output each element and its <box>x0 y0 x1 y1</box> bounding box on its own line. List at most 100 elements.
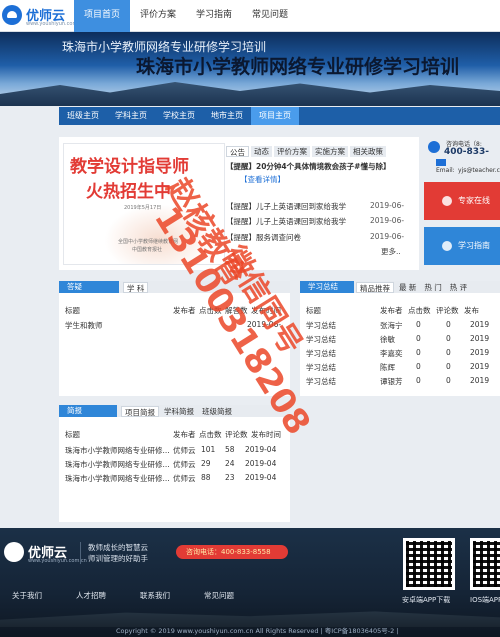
table-row[interactable]: 学习总结 <box>306 362 336 373</box>
android-app-label[interactable]: 安卓端APP下载 <box>402 595 450 605</box>
tab-featured[interactable]: 精品推荐 <box>356 282 394 293</box>
subnav-city[interactable]: 地市主页 <box>203 107 251 125</box>
col-clicks: 点击数 <box>199 430 222 439</box>
news-headline-text: 【提醒】20分钟4个具体情境教会孩子#懂与除】 <box>226 162 391 171</box>
table-row[interactable]: 珠海市小学教师网络专业研修... <box>65 473 173 484</box>
footer-link-faq[interactable]: 常见问题 <box>204 590 234 601</box>
row-date: 2019 <box>470 334 490 343</box>
tab-latest[interactable]: 最 新 <box>396 282 420 293</box>
footer-slogan-2: 师训管理的好助手 <box>88 554 148 563</box>
subnav-subject[interactable]: 学科主页 <box>107 107 155 125</box>
news-title: 儿子上英语课回到家给我学 <box>256 217 346 226</box>
footer-link-about[interactable]: 关于我们 <box>12 590 42 601</box>
tab-evaluation[interactable]: 评价方案 <box>274 146 310 157</box>
news-title: 儿子上英语课回到家给我学 <box>256 202 346 211</box>
ios-app-label[interactable]: IOS端APP <box>470 595 500 605</box>
row-clicks: 0 <box>416 320 421 329</box>
row-author: 李嘉奕 <box>380 349 403 358</box>
row-clicks: 0 <box>416 376 421 385</box>
row-clicks: 0 <box>416 362 421 371</box>
news-detail-link[interactable]: 【查看详情】 <box>226 174 410 186</box>
tab-project-briefing[interactable]: 项目简报 <box>121 406 159 417</box>
table-row[interactable]: 学习总结 <box>306 376 336 387</box>
book-icon <box>442 241 452 251</box>
expert-online-button[interactable]: 专家在线 <box>424 182 500 220</box>
nav-item-faq[interactable]: 常见问题 <box>242 0 298 32</box>
footer-link-contact[interactable]: 联系我们 <box>140 590 170 601</box>
col-author: 发布者 <box>380 306 403 315</box>
row-clicks: 0 <box>416 334 421 343</box>
row-author: 优师云 <box>173 446 196 455</box>
nav-item-home[interactable]: 项目首页 <box>74 0 131 32</box>
tab-subject[interactable]: 学 科 <box>123 282 149 293</box>
tab-most-reviewed[interactable]: 热 评 <box>446 282 471 293</box>
row-comments: 0 <box>446 320 451 329</box>
row-clicks: 101 <box>201 445 216 454</box>
subnav-project[interactable]: 项目主页 <box>251 107 299 125</box>
tab-class-briefing[interactable]: 班级简报 <box>199 406 235 417</box>
poster-headline: 教学设计指导师 <box>70 157 189 177</box>
copyright: Copyright © 2019 www.youshiyun.com.cn Al… <box>116 627 399 635</box>
row-author: 优师云 <box>173 474 196 483</box>
table-row[interactable]: 学习总结 <box>306 348 336 359</box>
row-date: 2019-04 <box>245 445 277 454</box>
email-value[interactable]: yjs@teacher.c <box>458 167 500 174</box>
logo[interactable]: 优师云 www.youshiyun.com.cn <box>2 3 85 29</box>
summary-label: 学习总结 <box>300 281 354 293</box>
nav-item-guide[interactable]: 学习指南 <box>186 0 242 32</box>
main-nav: 项目首页 评价方案 学习指南 常见问题 <box>74 0 298 32</box>
news-tabs: 公告 动态 评价方案 实施方案 相关政策 <box>226 146 388 157</box>
footer-links: 关于我们 人才招聘 联系我们 常见问题 <box>0 590 300 602</box>
tab-news[interactable]: 动态 <box>251 146 272 157</box>
subnav-school[interactable]: 学校主页 <box>155 107 203 125</box>
col-author: 发布者 <box>173 430 196 439</box>
qa-label: 答疑 <box>59 281 119 293</box>
news-headline[interactable]: 【提醒】20分钟4个具体情境教会孩子#懂与除】 <box>226 161 410 173</box>
email-icon <box>436 159 446 166</box>
footer-landscape <box>0 611 500 627</box>
row-date: 2019 <box>470 362 490 371</box>
tab-policy[interactable]: 相关政策 <box>350 146 386 157</box>
tab-popular[interactable]: 热 门 <box>421 282 445 293</box>
list-item[interactable]: 【提醒】 儿子上英语课回到家给我学 2019-06- <box>226 216 410 228</box>
tab-subject-briefing[interactable]: 学科简报 <box>161 406 197 417</box>
footer-logo[interactable]: 优师云 www.youshiyun.com.cn <box>4 540 87 566</box>
row-author: 徐敏 <box>380 335 395 344</box>
tab-announcement[interactable]: 公告 <box>226 146 249 157</box>
email-label: Email: <box>436 167 455 174</box>
nav-item-evaluation[interactable]: 评价方案 <box>130 0 186 32</box>
row-comments: 0 <box>446 348 451 357</box>
table-row[interactable]: 学生和教师 <box>65 320 103 331</box>
table-row[interactable]: 珠海市小学教师网络专业研修... <box>65 445 173 456</box>
list-item[interactable]: 【提醒】 儿子上英语课回到家给我学 2019-06- <box>226 201 410 213</box>
news-tag: 【提醒】 <box>226 202 256 211</box>
row-author: 谭银芳 <box>380 377 403 386</box>
footer-link-jobs[interactable]: 人才招聘 <box>76 590 106 601</box>
row-clicks: 29 <box>201 459 211 468</box>
footer-divider <box>80 542 81 564</box>
subnav-class[interactable]: 班级主页 <box>59 107 107 125</box>
row-author: 优师云 <box>173 460 196 469</box>
summary-tabs: 精品推荐 最 新 热 门 热 评 <box>356 282 472 293</box>
banner: 珠海市小学教师网络专业研修学习培训 珠海市小学教师网络专业研修学习培训 <box>0 32 500 106</box>
row-date: 2019 <box>470 376 490 385</box>
row-clicks: 0 <box>416 348 421 357</box>
row-comments: 0 <box>446 376 451 385</box>
study-guide-button[interactable]: 学习指南 <box>424 227 500 265</box>
expert-online-label: 专家在线 <box>458 196 490 205</box>
news-title: 服务调查问卷 <box>256 233 301 242</box>
briefing-label: 简报 <box>59 405 117 417</box>
contact-phone: 400-833- <box>444 147 490 157</box>
row-author: 陈辉 <box>380 363 395 372</box>
briefing-box: 简报 项目简报 学科简报 班级简报 标题 发布者 点击数 评论数 发布时间 珠海… <box>59 405 290 522</box>
table-row[interactable]: 珠海市小学教师网络专业研修... <box>65 459 173 470</box>
briefing-tabs: 项目简报 学科简报 班级简报 <box>121 406 237 417</box>
hotline-badge[interactable]: 咨询电话：400-833-8558 <box>176 545 288 559</box>
footer: 优师云 www.youshiyun.com.cn 教师成长的智慧云 师训管理的好… <box>0 528 500 637</box>
summary-box: 学习总结 精品推荐 最 新 热 门 热 评 标题 发布者 点击数 评论数 发布 … <box>300 281 500 396</box>
col-comments: 评论数 <box>436 306 459 315</box>
poster-subheadline: 火热招生中 <box>86 182 171 202</box>
tab-plan[interactable]: 实施方案 <box>312 146 348 157</box>
poster-org2: 中国教育报社 <box>132 247 163 253</box>
news-more-link[interactable]: 更多.. <box>381 246 401 257</box>
